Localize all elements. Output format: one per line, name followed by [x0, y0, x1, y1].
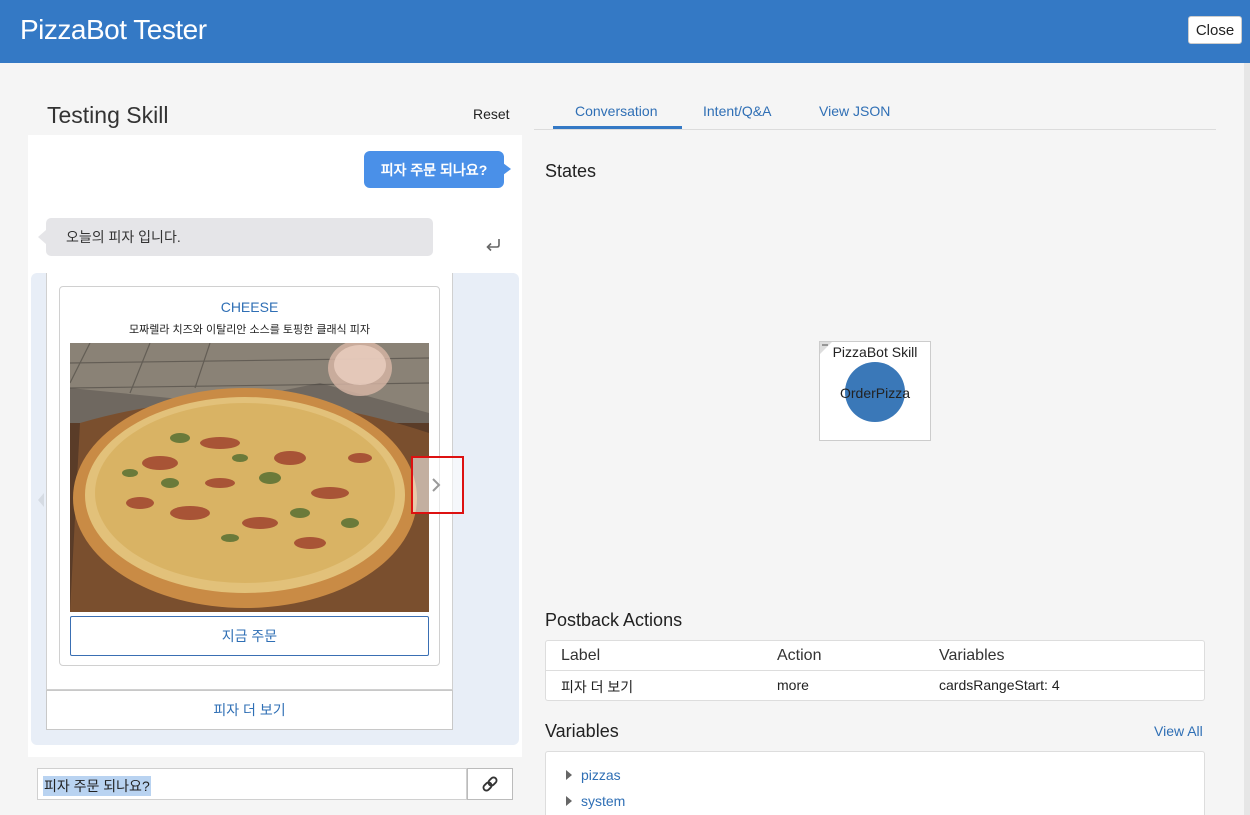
- card-title: CHEESE: [220, 299, 279, 315]
- tab-conversation[interactable]: Conversation: [575, 103, 658, 119]
- attach-link-button[interactable]: [467, 768, 513, 800]
- tab-intent-qa[interactable]: Intent/Q&A: [703, 103, 771, 119]
- column-header-action: Action: [777, 647, 822, 664]
- column-header-variables: Variables: [939, 647, 1005, 664]
- tab-view-json[interactable]: View JSON: [819, 103, 890, 119]
- chevron-right-icon: [432, 478, 441, 492]
- table-cell-action: more: [777, 677, 809, 693]
- page-scrollbar[interactable]: [1244, 63, 1250, 815]
- table-divider: [546, 670, 1204, 671]
- order-now-button[interactable]: 지금 주문: [70, 616, 429, 656]
- variables-heading: Variables: [545, 721, 619, 741]
- message-input-value: 피자 주문 되나요?: [43, 776, 151, 796]
- bot-message-text: 오늘의 피자 입니다.: [66, 229, 181, 245]
- variable-label: system: [581, 793, 626, 809]
- view-all-link[interactable]: View All: [1154, 723, 1203, 739]
- reply-icon[interactable]: [482, 234, 504, 256]
- skill-name: PizzaBot Skill: [832, 344, 918, 360]
- active-tab-indicator: [553, 126, 682, 129]
- variable-label: pizzas: [581, 767, 621, 783]
- app-title: PizzaBot Tester: [20, 14, 207, 45]
- more-pizzas-button[interactable]: 피자 더 보기: [46, 690, 453, 730]
- app-header: PizzaBot Tester Close: [0, 0, 1250, 63]
- bot-message-bubble: 오늘의 피자 입니다.: [38, 218, 433, 256]
- message-input[interactable]: 피자 주문 되나요?: [37, 768, 467, 800]
- close-button[interactable]: Close: [1188, 16, 1242, 44]
- postback-table: Label Action Variables 피자 더 보기 more card…: [545, 640, 1205, 701]
- table-cell-label: 피자 더 보기: [561, 679, 634, 695]
- state-node-label: OrderPizza: [839, 385, 911, 401]
- variable-item-system[interactable]: system: [566, 793, 625, 809]
- testing-skill-title: Testing Skill: [47, 102, 169, 128]
- carousel-next-button[interactable]: [411, 456, 464, 514]
- carousel-prev-icon[interactable]: [35, 490, 45, 510]
- state-graph: PizzaBot Skill OrderPizza: [819, 341, 931, 441]
- table-cell-variables: cardsRangeStart: 4: [939, 677, 1060, 693]
- expand-caret-icon: [566, 796, 572, 806]
- column-header-label: Label: [561, 647, 601, 664]
- tabs-divider: [534, 129, 1216, 130]
- pizza-image: [70, 343, 429, 612]
- expand-caret-icon: [566, 770, 572, 780]
- reset-button[interactable]: Reset: [473, 106, 510, 122]
- postback-heading: Postback Actions: [545, 610, 683, 630]
- card-description: 모짜렐라 치즈와 이탈리안 소스를 토핑한 클래식 피자: [129, 324, 370, 336]
- states-heading: States: [545, 161, 597, 181]
- variables-tree: pizzas system: [545, 751, 1205, 815]
- variable-item-pizzas[interactable]: pizzas: [566, 767, 621, 783]
- user-message-bubble: 피자 주문 되나요?: [364, 151, 511, 188]
- link-icon: [482, 776, 498, 792]
